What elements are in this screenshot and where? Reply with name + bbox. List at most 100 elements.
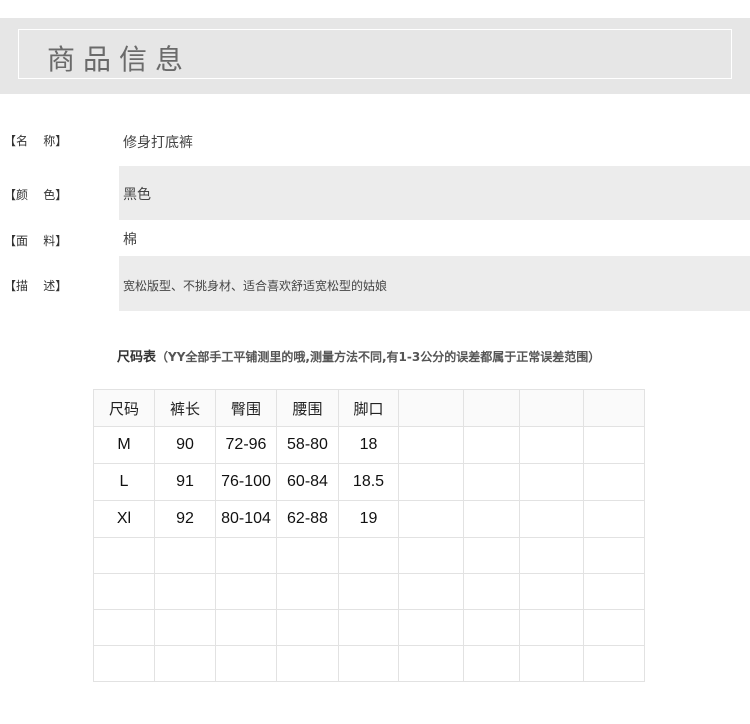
- empty-cell: [463, 389, 520, 427]
- header-cell: 臀围: [215, 389, 277, 427]
- empty-cell: [338, 645, 399, 682]
- table-cell: M: [93, 426, 155, 464]
- table-cell: 62-88: [276, 500, 339, 538]
- empty-cell: [398, 609, 464, 646]
- empty-cell: [215, 573, 277, 610]
- empty-cell: [154, 645, 216, 682]
- empty-cell: [338, 609, 399, 646]
- size-chart-heading: 尺码表: [117, 350, 157, 365]
- table-row-empty: [93, 573, 645, 610]
- table-cell: 92: [154, 500, 216, 538]
- empty-cell: [583, 463, 645, 501]
- empty-cell: [154, 537, 216, 574]
- empty-cell: [519, 573, 584, 610]
- info-label-fabric: 【面 料】: [4, 234, 68, 248]
- table-cell: 18.5: [338, 463, 399, 501]
- empty-cell: [276, 609, 339, 646]
- empty-cell: [398, 389, 464, 427]
- table-cell: 60-84: [276, 463, 339, 501]
- empty-cell: [215, 609, 277, 646]
- empty-cell: [463, 645, 520, 682]
- size-table: 尺码 裤长 臀围 腰围 脚口 M 90 72-96 58-80 18 L 91 …: [93, 389, 645, 682]
- empty-cell: [583, 426, 645, 464]
- empty-cell: [398, 426, 464, 464]
- empty-cell: [338, 537, 399, 574]
- info-label-desc: 【描 述】: [4, 279, 68, 293]
- table-cell: 72-96: [215, 426, 277, 464]
- empty-cell: [93, 645, 155, 682]
- empty-cell: [276, 573, 339, 610]
- empty-cell: [583, 645, 645, 682]
- table-cell: Xl: [93, 500, 155, 538]
- empty-cell: [583, 537, 645, 574]
- info-value-desc: 宽松版型、不挑身材、适合喜欢舒适宽松型的姑娘: [123, 279, 388, 293]
- info-row-color: 【颜 色】 黑色: [0, 166, 750, 220]
- table-cell: 18: [338, 426, 399, 464]
- info-row-desc: 【描 述】 宽松版型、不挑身材、适合喜欢舒适宽松型的姑娘: [0, 256, 750, 311]
- empty-cell: [276, 537, 339, 574]
- info-label-color: 【颜 色】: [4, 188, 68, 202]
- info-value-fabric: 棉: [123, 232, 137, 248]
- info-value-color: 黑色: [123, 187, 151, 203]
- empty-cell: [463, 426, 520, 464]
- table-cell: 80-104: [215, 500, 277, 538]
- empty-cell: [519, 500, 584, 538]
- empty-cell: [519, 463, 584, 501]
- table-cell: 91: [154, 463, 216, 501]
- empty-cell: [463, 609, 520, 646]
- empty-cell: [93, 609, 155, 646]
- table-cell: 19: [338, 500, 399, 538]
- table-row-empty: [93, 609, 645, 646]
- empty-cell: [154, 573, 216, 610]
- table-cell: L: [93, 463, 155, 501]
- empty-cell: [583, 500, 645, 538]
- empty-cell: [519, 389, 584, 427]
- empty-cell: [463, 537, 520, 574]
- info-label-name: 【名 称】: [4, 134, 68, 148]
- empty-cell: [398, 500, 464, 538]
- empty-cell: [338, 573, 399, 610]
- empty-cell: [583, 573, 645, 610]
- table-row: M 90 72-96 58-80 18: [93, 426, 645, 464]
- empty-cell: [276, 645, 339, 682]
- empty-cell: [215, 537, 277, 574]
- empty-cell: [519, 609, 584, 646]
- section-title: 商品信息: [47, 43, 192, 76]
- info-value-name: 修身打底裤: [123, 135, 193, 151]
- header-cell: 裤长: [154, 389, 216, 427]
- table-row-empty: [93, 645, 645, 682]
- empty-cell: [93, 573, 155, 610]
- empty-cell: [519, 426, 584, 464]
- empty-cell: [398, 463, 464, 501]
- table-cell: 58-80: [276, 426, 339, 464]
- header-cell: 尺码: [93, 389, 155, 427]
- row-shade: [119, 166, 750, 220]
- size-chart-note: （YY全部手工平铺测里的哦,测量方法不同,有1-3公分的误差都属于正常误差范围）: [156, 350, 601, 364]
- empty-cell: [398, 573, 464, 610]
- empty-cell: [583, 389, 645, 427]
- section-banner: 商品信息: [0, 18, 750, 94]
- header-cell: 腰围: [276, 389, 339, 427]
- table-row: Xl 92 80-104 62-88 19: [93, 500, 645, 538]
- empty-cell: [215, 645, 277, 682]
- banner-frame: 商品信息: [18, 29, 732, 79]
- table-cell: 76-100: [215, 463, 277, 501]
- empty-cell: [583, 609, 645, 646]
- empty-cell: [519, 645, 584, 682]
- table-row: L 91 76-100 60-84 18.5: [93, 463, 645, 501]
- empty-cell: [463, 500, 520, 538]
- table-cell: 90: [154, 426, 216, 464]
- empty-cell: [463, 463, 520, 501]
- empty-cell: [398, 645, 464, 682]
- empty-cell: [398, 537, 464, 574]
- empty-cell: [93, 537, 155, 574]
- size-chart-title: 尺码表（YY全部手工平铺测里的哦,测量方法不同,有1-3公分的误差都属于正常误差…: [117, 346, 600, 365]
- empty-cell: [154, 609, 216, 646]
- empty-cell: [519, 537, 584, 574]
- header-cell: 脚口: [338, 389, 399, 427]
- info-row-fabric: 【面 料】 棉: [0, 222, 750, 256]
- empty-cell: [463, 573, 520, 610]
- info-row-name: 【名 称】 修身打底裤: [0, 118, 750, 164]
- size-table-header: 尺码 裤长 臀围 腰围 脚口: [93, 389, 645, 427]
- table-row-empty: [93, 537, 645, 574]
